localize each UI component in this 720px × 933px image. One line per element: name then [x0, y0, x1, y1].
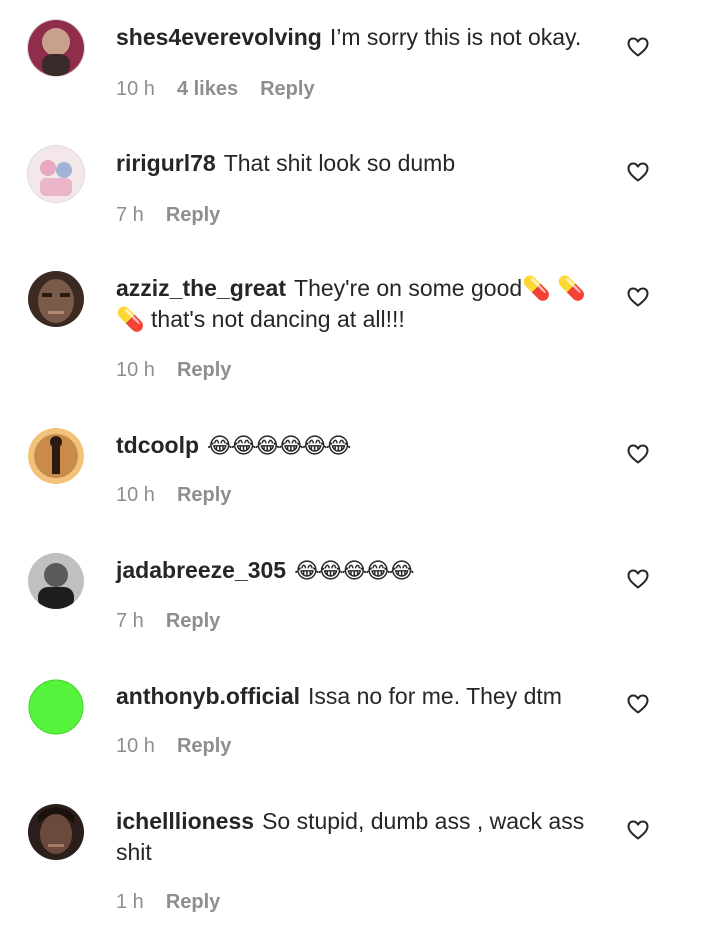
comment-username[interactable]: tdcoolp [116, 432, 199, 458]
comment-likes[interactable]: 4 likes [177, 78, 238, 101]
reply-button[interactable]: Reply [177, 735, 231, 758]
avatar-image [28, 804, 84, 860]
comment-username[interactable]: shes4everevolving [116, 24, 322, 50]
comment-time: 7 h [116, 610, 144, 632]
avatar[interactable] [28, 428, 84, 484]
reply-button[interactable]: Reply [177, 359, 231, 382]
comment-meta: 10 h Reply [116, 735, 231, 758]
reply-button[interactable]: Reply [166, 891, 220, 914]
comment-time: 10 h [116, 359, 155, 381]
comment-time: 10 h [116, 484, 155, 506]
reply-button[interactable]: Reply [260, 78, 314, 101]
comment-text: I’m sorry this is not okay. [329, 24, 582, 50]
comment-username[interactable]: anthonyb.official [116, 683, 300, 709]
comment-username[interactable]: azziz_the_great [116, 275, 286, 301]
heart-outline-icon[interactable] [626, 567, 650, 591]
heart-outline-icon[interactable] [626, 692, 650, 716]
comment-meta: 7 h Reply [116, 610, 220, 633]
comment-body: ririgurl78 That shit look so dumb [116, 148, 604, 179]
avatar[interactable] [28, 679, 84, 735]
avatar[interactable] [28, 553, 84, 609]
comment-meta: 7 h Reply [116, 204, 220, 227]
comment-body: azziz_the_great They're on some good💊 💊 💊… [116, 273, 604, 335]
comment-body: jadabreeze_305 😂😂😂😂😂 [116, 555, 604, 586]
comment-meta: 10 h Reply [116, 359, 231, 382]
comment-time: 10 h [116, 78, 155, 100]
avatar-image [28, 428, 84, 484]
comment-body: shes4everevolving I’m sorry this is not o… [116, 22, 604, 53]
reply-button[interactable]: Reply [166, 204, 220, 227]
heart-outline-icon[interactable] [626, 442, 650, 466]
comment-time: 1 h [116, 891, 144, 913]
comment-meta: 10 h Reply [116, 484, 231, 507]
comment-text: 😂😂😂😂😂 [294, 558, 415, 583]
heart-outline-icon[interactable] [626, 818, 650, 842]
comment-username[interactable]: jadabreeze_305 [116, 557, 286, 583]
heart-outline-icon[interactable] [626, 160, 650, 184]
comment-text: Issa no for me. They dtm [308, 683, 562, 709]
comment-text: That shit look so dumb [223, 150, 456, 176]
avatar-image [28, 553, 84, 609]
comment-time: 10 h [116, 735, 155, 757]
avatar-image [28, 20, 84, 76]
heart-outline-icon[interactable] [626, 35, 650, 59]
comment-body: tdcoolp 😂😂😂😂😂😂 [116, 430, 604, 461]
comment-body: anthonyb.official Issa no for me. They dt… [116, 681, 604, 712]
comment-meta: 10 h 4 likes Reply [116, 78, 315, 101]
avatar-image [28, 146, 84, 202]
comment-time: 7 h [116, 204, 144, 226]
reply-button[interactable]: Reply [177, 484, 231, 507]
avatar-image [28, 679, 84, 735]
avatar[interactable] [28, 804, 84, 860]
comment-meta: 1 h Reply [116, 891, 220, 914]
comment-text: 😂😂😂😂😂😂 [207, 433, 351, 458]
heart-outline-icon[interactable] [626, 285, 650, 309]
avatar[interactable] [28, 146, 84, 202]
avatar[interactable] [28, 20, 84, 76]
comment-body: ichelllioness So stupid, dumb ass , wack … [116, 806, 604, 868]
reply-button[interactable]: Reply [166, 610, 220, 633]
comment-username[interactable]: ichelllioness [116, 808, 254, 834]
avatar[interactable] [28, 271, 84, 327]
avatar-image [28, 271, 84, 327]
comment-username[interactable]: ririgurl78 [116, 150, 216, 176]
comments-list: shes4everevolving I’m sorry this is not o… [0, 0, 720, 933]
